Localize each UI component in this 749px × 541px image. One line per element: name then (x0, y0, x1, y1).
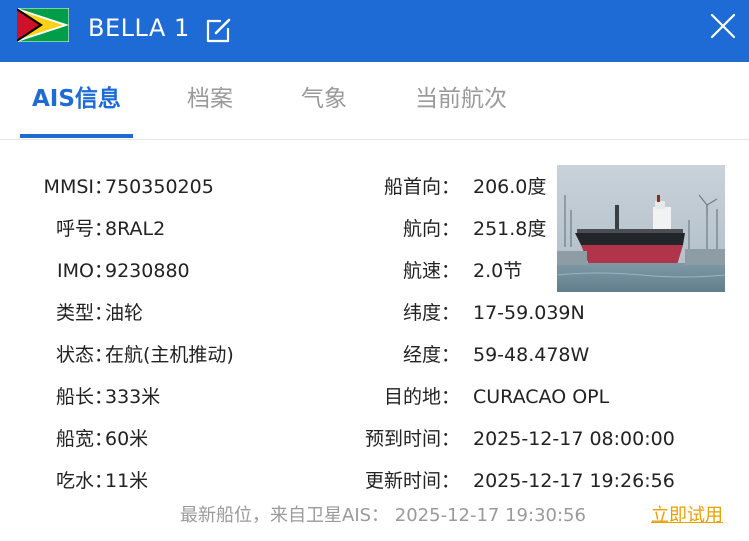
field-value-latitude: 17-59.039N (473, 302, 585, 324)
ship-photo[interactable] (557, 165, 725, 292)
active-tab-indicator (20, 134, 133, 138)
edit-icon[interactable] (205, 16, 233, 44)
tab-current-voyage[interactable]: 当前航次 (415, 84, 507, 114)
field-value-destination: CURACAO OPL (473, 386, 610, 408)
field-value-eta: 2025-12-17 08:00:00 (473, 428, 675, 450)
field-label-length: 船长 (55, 386, 94, 408)
tab-bar: AIS信息 档案 气象 当前航次 (0, 62, 749, 140)
field-label-heading: 船首向： (383, 176, 460, 198)
title-bar: BELLA 1 (0, 0, 749, 62)
vessel-name-title: BELLA 1 (88, 14, 190, 42)
field-label-callsign: 呼号 (55, 218, 94, 240)
field-value-course: 251.8度 (473, 218, 547, 240)
latest-position-note: 最新船位，来自卫星AIS： 2025-12-17 19:30:56 (180, 505, 586, 526)
field-value-length: 333米 (105, 386, 161, 408)
tab-weather[interactable]: 气象 (301, 84, 347, 114)
field-label-imo: IMO (57, 260, 94, 282)
field-value-longitude: 59-48.478W (473, 344, 590, 366)
field-value-heading: 206.0度 (473, 176, 547, 198)
field-value-callsign: 8RAL2 (105, 218, 166, 240)
tab-archive[interactable]: 档案 (187, 84, 233, 114)
field-value-updated: 2025-12-17 19:26:56 (473, 470, 675, 492)
field-label-status: 状态 (55, 344, 94, 366)
field-value-draught: 11米 (105, 470, 149, 492)
field-value-status: 在航(主机推动) (105, 344, 234, 366)
field-value-mmsi: 750350205 (105, 176, 214, 198)
field-label-type: 类型 (55, 302, 94, 324)
field-label-course: 航向： (402, 218, 460, 240)
field-label-mmsi: MMSI (43, 176, 94, 198)
guyana-flag-icon (17, 8, 69, 42)
field-value-beam: 60米 (105, 428, 149, 450)
close-icon[interactable] (707, 10, 739, 42)
field-value-imo: 9230880 (105, 260, 190, 282)
field-label-draught: 吃水 (55, 470, 94, 492)
field-label-updated: 更新时间： (364, 470, 460, 492)
try-now-link[interactable]: 立即试用 (651, 504, 723, 528)
field-label-longitude: 经度： (402, 344, 460, 366)
field-label-speed: 航速： (402, 260, 460, 282)
field-value-speed: 2.0节 (473, 260, 523, 282)
tab-ais-info[interactable]: AIS信息 (32, 84, 121, 114)
field-label-destination: 目的地： (383, 386, 460, 408)
field-label-beam: 船宽 (55, 428, 94, 450)
field-label-eta: 预到时间： (364, 428, 460, 450)
field-value-type: 油轮 (105, 302, 144, 324)
field-label-latitude: 纬度： (402, 302, 460, 324)
